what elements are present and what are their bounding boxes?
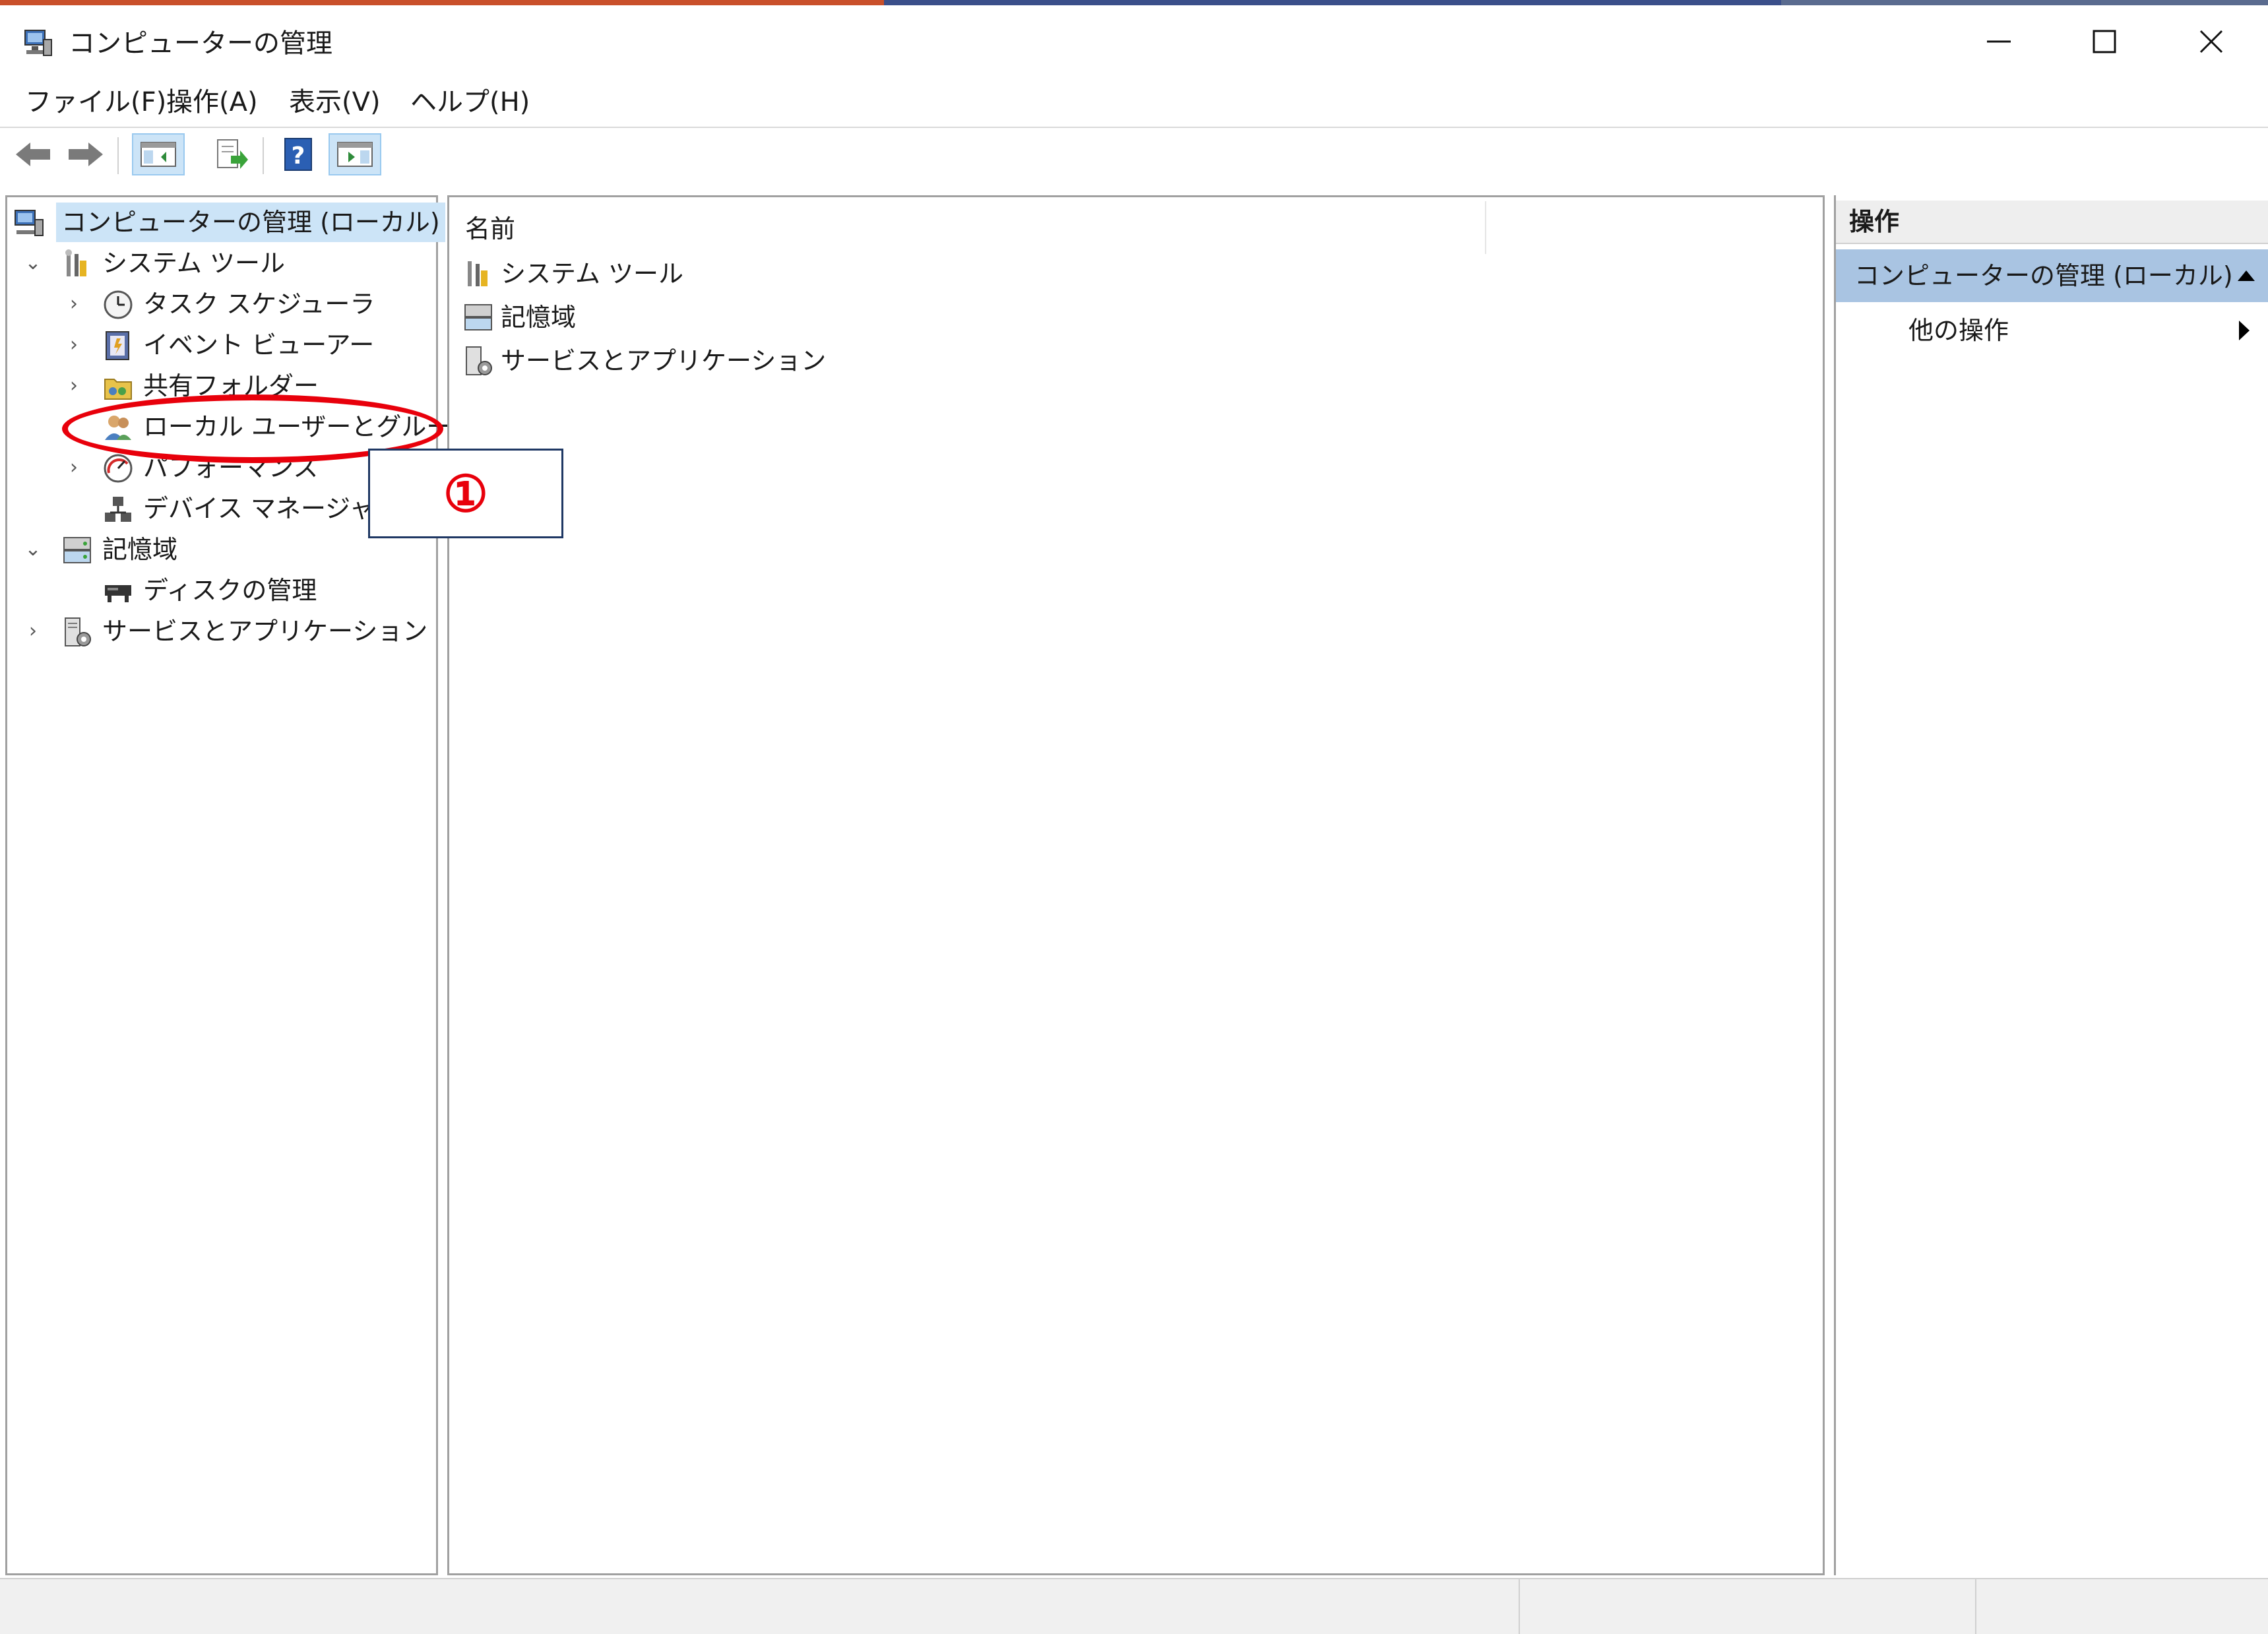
actions-section-header[interactable]: コンピューターの管理 (ローカル) — [1836, 249, 2268, 302]
storage-icon — [464, 304, 492, 330]
tree-item-label: デバイス マネージャー — [143, 494, 400, 523]
tree-item-label: タスク スケジューラ — [143, 290, 375, 319]
system-tools-icon — [468, 261, 488, 286]
actions-pane: 操作 コンピューターの管理 (ローカル) 他の操作 — [1834, 195, 2268, 1575]
clock-icon — [104, 290, 133, 319]
back-button[interactable] — [12, 133, 54, 175]
tree-item-device-manager[interactable]: デバイス マネージャー — [64, 489, 420, 528]
toolbar-separator — [263, 137, 264, 174]
close-icon — [2199, 30, 2223, 53]
background-windows-strip — [0, 0, 2268, 5]
chevron-down-icon[interactable]: ⌄ — [23, 243, 43, 283]
menu-bar: ファイル(F) 操作(A) 表示(V) ヘルプ(H) — [0, 78, 2268, 127]
maximize-button[interactable] — [2052, 5, 2157, 78]
tree-item-root[interactable]: コンピューターの管理 (ローカル) — [14, 203, 445, 242]
services-icon — [466, 346, 492, 375]
storage-icon — [63, 537, 91, 563]
annotation-callout: ① — [368, 449, 563, 538]
chevron-down-icon[interactable]: ⌄ — [23, 530, 43, 569]
menu-file[interactable]: ファイル(F) — [25, 78, 166, 127]
status-divider — [1519, 1579, 1520, 1634]
column-divider[interactable] — [1485, 201, 1486, 254]
tree-item-label: イベント ビューアー — [143, 330, 375, 360]
tree-item-system-tools[interactable]: ⌄ システム ツール — [23, 243, 419, 283]
status-divider — [1975, 1579, 1976, 1634]
event-viewer-icon — [106, 331, 129, 360]
chevron-right-icon[interactable]: › — [64, 448, 84, 487]
shared-folder-icon — [104, 379, 132, 400]
menu-help[interactable]: ヘルプ(H) — [410, 78, 530, 127]
chevron-right-icon[interactable]: › — [64, 284, 84, 324]
services-icon — [65, 617, 91, 646]
back-icon — [16, 142, 50, 166]
computer-management-icon — [15, 210, 44, 236]
export-list-icon — [217, 139, 248, 169]
maximize-icon — [2093, 30, 2116, 53]
show-hide-console-tree-button[interactable] — [132, 133, 185, 175]
device-manager-icon — [105, 497, 131, 522]
column-header: 名前 — [449, 197, 1823, 254]
tree-item-label: ディスクの管理 — [143, 576, 317, 605]
disk-management-icon — [105, 585, 131, 602]
collapse-up-icon[interactable] — [2236, 268, 2256, 284]
svg-text:?: ? — [292, 142, 305, 170]
column-header-name[interactable]: 名前 — [465, 209, 515, 249]
menu-action[interactable]: 操作(A) — [166, 78, 258, 127]
tree-item-disk-management[interactable]: ディスクの管理 — [64, 571, 420, 610]
window-title: コンピューターの管理 — [69, 28, 332, 59]
action-more-actions[interactable]: 他の操作 — [1836, 307, 2268, 354]
tree-item-label: システム ツール — [102, 249, 285, 278]
close-button[interactable] — [2158, 5, 2264, 78]
title-bar: コンピューターの管理 — [0, 5, 2268, 78]
performance-icon — [104, 454, 133, 483]
tree-item-task-scheduler[interactable]: › タスク スケジューラ — [64, 284, 420, 324]
export-list-button[interactable] — [205, 133, 257, 175]
submenu-arrow-icon — [2239, 321, 2250, 340]
tree-item-label: サービスとアプリケーション — [102, 617, 428, 646]
list-item-label: サービスとアプリケーション — [501, 346, 827, 375]
actions-section-label: コンピューターの管理 (ローカル) — [1854, 261, 2233, 290]
forward-button[interactable] — [65, 133, 107, 175]
minimize-icon — [1987, 40, 2011, 43]
tree-item-event-viewer[interactable]: › イベント ビューアー — [64, 325, 420, 365]
results-pane[interactable]: 名前 システム ツール 記憶域 サービスとアプリケーション — [447, 195, 1825, 1575]
menu-view[interactable]: 表示(V) — [289, 78, 381, 127]
minimize-button[interactable] — [1946, 5, 2052, 78]
list-item-label: システム ツール — [501, 259, 683, 288]
annotation-number: ① — [443, 464, 489, 523]
computer-management-icon — [24, 30, 52, 56]
list-item-label: 記憶域 — [501, 303, 577, 332]
system-tools-icon — [65, 249, 86, 276]
tree-item-services-apps[interactable]: › サービスとアプリケーション — [23, 612, 427, 651]
toolbar: ? — [0, 127, 2268, 185]
show-hide-action-pane-icon — [337, 142, 373, 167]
toolbar-separator — [117, 137, 119, 174]
help-button[interactable]: ? — [277, 133, 319, 175]
tree-item-label: 記憶域 — [102, 535, 178, 564]
tree-item-label: コンピューターの管理 (ローカル) — [56, 203, 445, 242]
chevron-right-icon[interactable]: › — [23, 612, 43, 651]
show-hide-action-pane-button[interactable] — [329, 133, 381, 175]
action-more-label: 他の操作 — [1908, 316, 2009, 345]
actions-pane-title: 操作 — [1836, 201, 2268, 244]
chevron-right-icon[interactable]: › — [64, 366, 84, 406]
forward-icon — [69, 142, 103, 166]
actions-title-text: 操作 — [1849, 207, 1900, 236]
help-icon: ? — [284, 138, 312, 171]
tree-item-storage[interactable]: ⌄ 記憶域 — [23, 530, 419, 569]
chevron-right-icon[interactable]: › — [64, 325, 84, 365]
show-hide-console-tree-icon — [141, 142, 176, 167]
status-bar — [0, 1578, 2268, 1634]
